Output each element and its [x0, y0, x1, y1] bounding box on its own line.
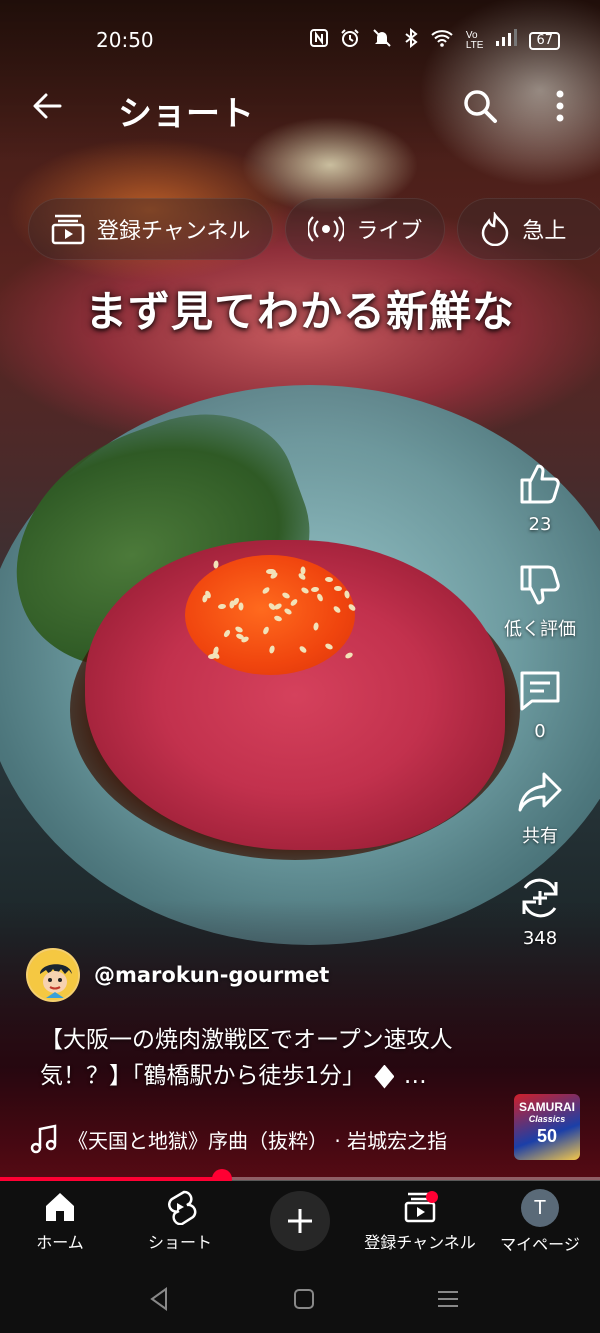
album-thumbnail[interactable]: SAMURAI Classics 50	[514, 1094, 580, 1160]
nfc-icon	[309, 29, 328, 52]
nav-subscriptions[interactable]: 登録チャンネル	[360, 1189, 480, 1253]
arrow-left-icon	[33, 93, 62, 119]
avatar-icon: T	[521, 1189, 559, 1227]
nav-my-page[interactable]: T マイページ	[480, 1189, 600, 1255]
status-bar: 20:50 Vo LTE 67	[0, 26, 600, 56]
avatar-initial: T	[533, 1196, 547, 1219]
system-back-icon[interactable]	[146, 1285, 174, 1313]
chip-live[interactable]: ライブ	[285, 198, 446, 260]
nav-label: ショート	[147, 1233, 212, 1252]
like-count: 23	[528, 514, 552, 535]
signal-icon	[495, 29, 518, 52]
system-recents-icon[interactable]	[434, 1285, 462, 1313]
status-time: 20:50	[96, 28, 154, 52]
comment-count: 0	[534, 721, 546, 742]
chip-label: 急上	[522, 219, 567, 244]
remix-count: 348	[522, 928, 558, 949]
shorts-icon	[168, 1190, 197, 1225]
back-button[interactable]	[28, 86, 68, 126]
home-icon	[46, 1193, 74, 1221]
search-icon	[464, 90, 497, 123]
share-button[interactable]: 共有	[494, 768, 586, 848]
channel-handle[interactable]: @marokun-gourmet	[94, 963, 329, 987]
chip-subscriptions[interactable]: 登録チャンネル	[28, 198, 274, 260]
notification-dot	[426, 1191, 438, 1203]
music-note-icon	[30, 1124, 57, 1154]
dislike-button[interactable]: 低く評価	[494, 561, 586, 641]
album-line2: Classics	[528, 1114, 566, 1124]
thumbs-down-icon	[520, 565, 560, 605]
comment-button[interactable]: 0	[494, 667, 586, 742]
battery-indicator: 67	[529, 31, 560, 50]
live-icon	[308, 216, 345, 242]
sesame-seed	[324, 576, 333, 583]
system-nav-bar	[0, 1263, 600, 1333]
thumbs-up-icon	[520, 464, 560, 504]
music-label: 《天国と地獄》序曲（抜粋） · 岩城宏之指	[68, 1128, 448, 1153]
music-row[interactable]: 《天国と地獄》序曲（抜粋） · 岩城宏之指	[30, 1124, 500, 1154]
like-button[interactable]: 23	[494, 460, 586, 535]
top-app-bar: ショート	[0, 80, 600, 136]
bottom-nav: ホーム ショート 登録チャンネル T マイページ	[0, 1181, 600, 1263]
comment-icon	[520, 671, 560, 711]
video-title[interactable]: 【大阪一の焼肉激戦区でオープン速攻人気！？】「鶴橋駅から徒歩1分」 …	[40, 1022, 500, 1094]
trending-icon	[482, 212, 509, 246]
subscriptions-icon	[51, 214, 85, 245]
share-label: 共有	[522, 826, 558, 847]
action-rail: 23 低く評価 0 共有 348	[494, 460, 586, 975]
filter-chips: 登録チャンネル ライブ 急上	[28, 198, 600, 260]
wifi-icon	[430, 29, 454, 52]
plus-icon	[288, 1209, 312, 1233]
ellipsis: …	[403, 1063, 427, 1089]
remix-icon	[522, 878, 558, 918]
search-button[interactable]	[460, 86, 500, 126]
chip-label: 登録チャンネル	[97, 219, 251, 244]
chip-trending[interactable]: 急上	[457, 198, 600, 260]
album-line3: 50	[536, 1126, 558, 1146]
nav-label: 登録チャンネル	[364, 1233, 476, 1252]
emoji-placeholder-icon	[374, 1064, 395, 1089]
bluetooth-icon	[404, 27, 418, 53]
avatar-illustration	[28, 950, 78, 1000]
nav-shorts[interactable]: ショート	[120, 1189, 240, 1253]
album-line1: SAMURAI	[519, 1100, 575, 1114]
share-icon	[518, 772, 562, 812]
nav-home[interactable]: ホーム	[0, 1189, 120, 1253]
remix-button[interactable]: 348	[494, 874, 586, 949]
nav-label: ホーム	[36, 1233, 84, 1252]
system-home-icon[interactable]	[290, 1285, 318, 1313]
channel-avatar[interactable]	[26, 948, 80, 1002]
alarm-icon	[340, 28, 360, 53]
volte-icon: Vo LTE	[465, 29, 484, 51]
more-vert-icon	[556, 90, 564, 122]
status-icons: Vo LTE 67	[309, 27, 560, 53]
chip-label: ライブ	[356, 219, 423, 244]
page-title: ショート	[118, 94, 254, 134]
channel-row[interactable]: @marokun-gourmet	[26, 948, 329, 1002]
video-overlay-caption: まず見てわかる新鮮な	[84, 287, 515, 336]
dislike-label: 低く評価	[504, 619, 576, 640]
nav-label: マイページ	[500, 1235, 580, 1254]
sesame-seed	[238, 602, 244, 611]
mute-icon	[372, 28, 392, 53]
more-options-button[interactable]	[545, 86, 575, 126]
create-button[interactable]	[270, 1191, 330, 1251]
